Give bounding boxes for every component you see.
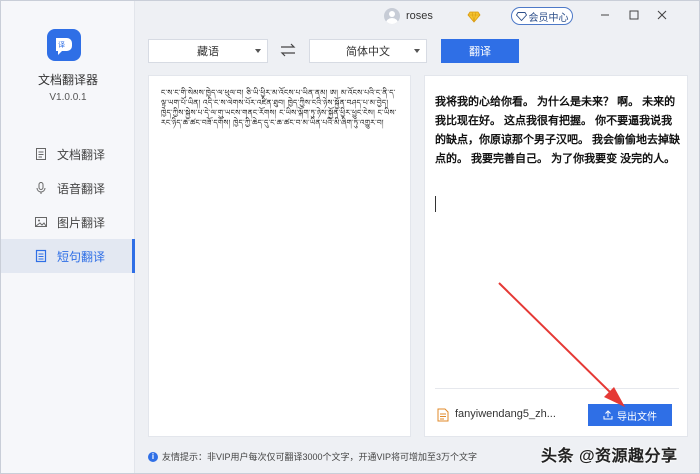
- vip-center-button[interactable]: 会员中心: [511, 7, 573, 25]
- sidebar: 译 文档翻译器 V1.0.0.1 文档翻译 语音翻译 图片翻译 短句翻译: [1, 1, 135, 473]
- chevron-down-icon: [414, 49, 420, 53]
- minimize-button[interactable]: [595, 6, 615, 24]
- avatar[interactable]: [384, 8, 400, 24]
- maximize-icon: [629, 10, 639, 20]
- image-icon: [34, 215, 48, 229]
- watermark: 头条 @资源趣分享: [541, 448, 678, 465]
- sidebar-item-label: 短句翻译: [57, 249, 106, 264]
- vip-diamond-icon: [515, 11, 527, 21]
- export-file-label: 导出文件: [617, 411, 657, 423]
- sidebar-item-label: 文档翻译: [57, 147, 106, 162]
- document-icon: [34, 147, 48, 161]
- source-text-area[interactable]: ང་ས་ང་གི་སེམས་ཁྱེད་ལ་ཕུལ་བ། ཅི་ཡི་ཕྱིར་མ…: [148, 75, 411, 437]
- source-language-select[interactable]: 藏语: [148, 39, 268, 63]
- sidebar-item-document-translate[interactable]: 文档翻译: [1, 137, 135, 171]
- target-text: 我将我的心给你看。 为什么是未来？ 啊。 未来的我比现在好。 这点我很有把握。 …: [435, 96, 681, 165]
- username: roses: [406, 10, 433, 22]
- app-version: V1.0.0.1: [49, 92, 87, 103]
- footer-tip-text: 友情提示：非VIP用户每次仅可翻译3000个文字，开通VIP将可增加至3万个文字: [162, 452, 478, 462]
- swap-languages-icon[interactable]: [280, 43, 296, 62]
- sidebar-item-voice-translate[interactable]: 语音翻译: [1, 171, 135, 205]
- export-file-button[interactable]: 导出文件: [588, 404, 672, 426]
- svg-text:译: 译: [58, 41, 65, 49]
- footer-tip: i 友情提示：非VIP用户每次仅可翻译3000个文字，开通VIP将可增加至3万个…: [148, 450, 477, 463]
- text-cursor: [435, 196, 436, 212]
- diamond-icon[interactable]: [467, 10, 481, 28]
- app-logo: 译: [47, 29, 81, 61]
- file-name[interactable]: fanyiwendang5_zh...: [455, 408, 556, 420]
- vip-center-label: 会员中心: [528, 12, 569, 24]
- close-icon: [657, 10, 667, 20]
- source-text: ང་ས་ང་གི་སེམས་ཁྱེད་ལ་ཕུལ་བ། ཅི་ཡི་ཕྱིར་མ…: [161, 88, 397, 127]
- translate-button[interactable]: 翻译: [441, 39, 519, 63]
- app-name: 文档翻译器: [37, 73, 98, 87]
- minimize-icon: [601, 14, 609, 16]
- microphone-icon: [34, 181, 48, 195]
- sidebar-item-label: 图片翻译: [57, 215, 106, 230]
- target-language-value: 简体中文: [346, 46, 390, 58]
- maximize-button[interactable]: [624, 6, 644, 24]
- sidebar-item-image-translate[interactable]: 图片翻译: [1, 205, 135, 239]
- sidebar-nav: 文档翻译 语音翻译 图片翻译 短句翻译: [1, 137, 135, 273]
- sidebar-item-sentence-translate[interactable]: 短句翻译: [1, 239, 135, 273]
- sentence-icon: [34, 249, 48, 263]
- info-icon: i: [148, 451, 158, 462]
- app-window: 译 文档翻译器 V1.0.0.1 文档翻译 语音翻译 图片翻译 短句翻译 ros…: [0, 0, 700, 474]
- source-language-value: 藏语: [197, 46, 219, 58]
- upload-icon: [603, 410, 613, 420]
- close-button[interactable]: [652, 6, 672, 24]
- sidebar-item-label: 语音翻译: [57, 181, 106, 196]
- file-icon: [437, 408, 449, 427]
- target-language-select[interactable]: 简体中文: [309, 39, 427, 63]
- chevron-down-icon: [255, 49, 261, 53]
- target-text-area[interactable]: 我将我的心给你看。 为什么是未来？ 啊。 未来的我比现在好。 这点我很有把握。 …: [424, 75, 688, 437]
- divider: [435, 388, 679, 389]
